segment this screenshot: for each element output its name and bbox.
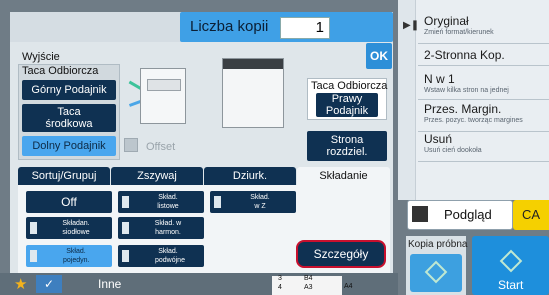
separator-page-button[interactable]: Strona rozdziel. <box>307 131 387 161</box>
clear-all-button[interactable]: CA <box>513 200 549 230</box>
fold-option-label: Składan. siodłowe <box>62 220 90 236</box>
finisher-illustration <box>140 68 186 124</box>
paper-size: A3 <box>304 284 313 291</box>
right-item-title: N w 1 <box>424 72 455 86</box>
tab-sort-group[interactable]: Sortuj/Grupuj <box>18 167 110 185</box>
dialog-title: Wyjście <box>22 51 60 63</box>
ok-button[interactable]: OK <box>366 43 392 69</box>
printer-illustration <box>222 58 284 128</box>
copies-label: Liczba kopii <box>190 18 269 35</box>
star-icon[interactable]: ★ <box>14 275 27 293</box>
right-item-sub: Usuń cień dookoła <box>424 147 482 154</box>
fold-z-icon <box>214 196 221 208</box>
right-tray-button[interactable]: Prawy Podajnik <box>316 93 378 117</box>
fold-single-button[interactable]: Skład. pojedyn. <box>26 245 112 267</box>
fold-letter-button[interactable]: Skład. listowe <box>118 191 204 213</box>
right-item-erase[interactable]: Usuń Usuń cień dookoła <box>418 132 549 162</box>
page-number: 3 <box>278 275 282 282</box>
details-button[interactable]: Szczegóły <box>296 240 386 268</box>
fold-double-button[interactable]: Skład. podwójne <box>118 245 204 267</box>
start-label: Start <box>498 278 524 292</box>
right-item-title: 2-Stronna Kop. <box>424 48 505 62</box>
page-number: 4 <box>278 284 282 291</box>
fold-option-label: Off <box>61 194 77 209</box>
right-item-title: Usuń <box>424 132 453 146</box>
fold-saddle-button[interactable]: Składan. siodłowe <box>26 217 112 239</box>
upper-tray-button[interactable]: Górny Podajnik <box>22 80 116 100</box>
offset-checkbox[interactable] <box>124 138 138 152</box>
preview-icon <box>412 206 428 222</box>
right-item-original[interactable]: Oryginał Zmień format/kierunek <box>418 14 549 44</box>
offset-label: Offset <box>146 141 176 153</box>
middle-tray-button[interactable]: Taca środkowa <box>22 104 116 132</box>
lower-tray-button[interactable]: Dolny Podajnik <box>22 136 116 156</box>
fold-option-label: Skład. w harmon. <box>154 220 182 236</box>
check-icon[interactable]: ✓ <box>36 275 62 293</box>
fold-option-label: Skład. podwójne <box>155 248 185 264</box>
fold-single-icon <box>30 250 37 262</box>
proof-copy-label: Kopia próbna <box>408 239 468 250</box>
tab-folding[interactable]: Składanie <box>297 167 390 185</box>
tab-staple[interactable]: Zszywaj <box>111 167 203 185</box>
right-item-sub: Zmień format/kierunek <box>424 29 494 36</box>
fold-double-icon <box>122 250 129 262</box>
paper-size: B4 <box>304 275 313 282</box>
page-info: 3 4 B4 A3 <box>272 275 342 295</box>
other-button[interactable]: Inne <box>98 277 121 291</box>
tab-punch[interactable]: Dziurk. <box>204 167 296 185</box>
output-tray-group-label: Taca Odbiorcza <box>22 65 99 77</box>
right-item-n-in-1[interactable]: N w 1 Wstaw kilka stron na jednej <box>418 70 549 100</box>
right-tray-group-label: Taca Odbiorcza <box>311 80 388 92</box>
play-icon: ▶❚ <box>403 20 420 31</box>
right-item-duplex[interactable]: 2-Stronna Kop. <box>418 44 549 66</box>
fold-accordion-icon <box>122 222 129 234</box>
right-item-title: Oryginał <box>424 14 469 28</box>
fold-option-label: Skład. w Z <box>250 194 270 210</box>
copies-input[interactable]: 1 <box>280 17 330 39</box>
right-item-margin-shift[interactable]: Przes. Margin. Przes. pozyc. tworząc mar… <box>418 102 549 132</box>
right-item-sub: Wstaw kilka stron na jednej <box>424 87 509 94</box>
fold-saddle-icon <box>30 222 37 234</box>
fold-option-label: Skład. listowe <box>157 194 179 210</box>
paper-size-a4: A4 <box>344 283 353 290</box>
right-item-sub: Przes. pozyc. tworząc margines <box>424 117 523 124</box>
fold-letter-icon <box>122 196 129 208</box>
fold-z-button[interactable]: Skład. w Z <box>210 191 296 213</box>
fold-option-label: Skład. pojedyn. <box>63 248 90 264</box>
fold-accordion-button[interactable]: Skład. w harmon. <box>118 217 204 239</box>
right-item-title: Przes. Margin. <box>424 102 502 116</box>
fold-off-button[interactable]: Off <box>26 191 112 213</box>
